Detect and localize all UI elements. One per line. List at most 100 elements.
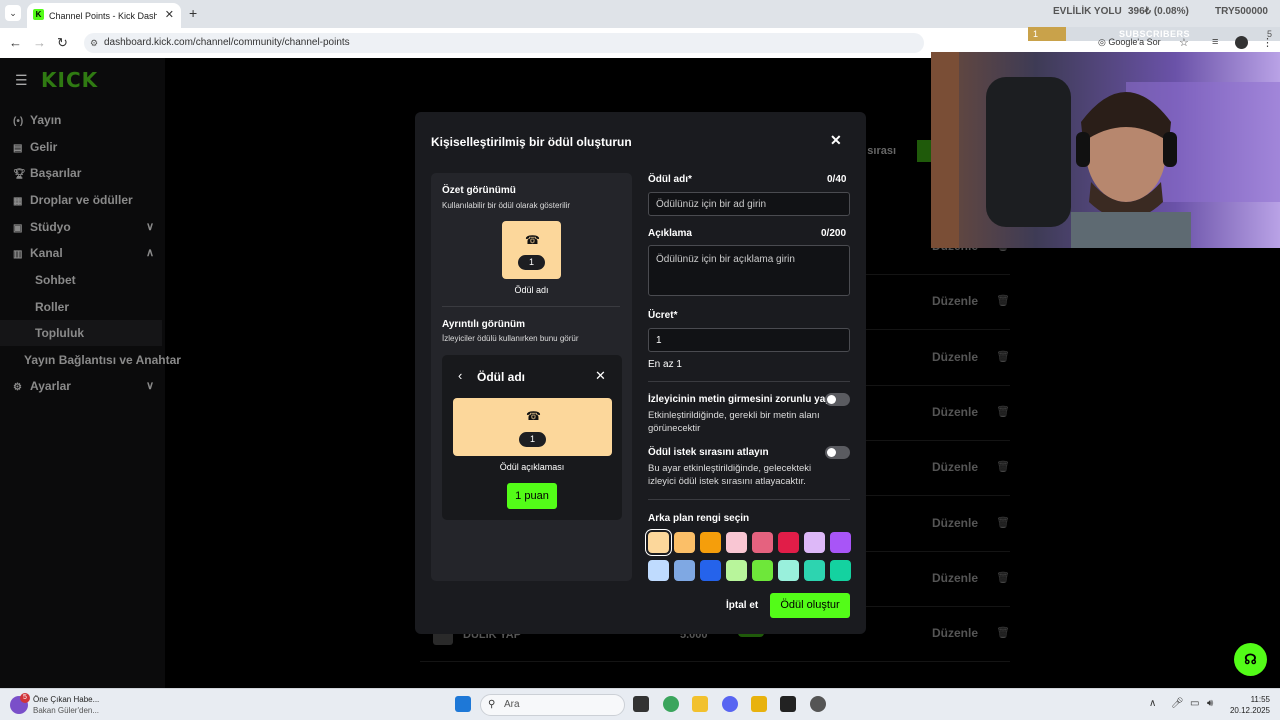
color-swatch[interactable] — [752, 560, 773, 581]
support-chat-icon[interactable]: ☊ — [1234, 643, 1267, 676]
volume-icon[interactable]: 🔊︎ — [1207, 698, 1213, 709]
edit-button[interactable]: Düzenle — [932, 460, 978, 474]
windows-start-icon[interactable] — [455, 696, 471, 712]
forward-icon[interactable]: → — [33, 35, 46, 50]
detail-subtitle: İzleyiciler ödülü kullanırken bunu görür — [442, 334, 579, 343]
sidebar-subitem-topluluk[interactable]: Topluluk — [35, 326, 84, 340]
trash-icon[interactable]: 🗑︎ — [996, 294, 1010, 307]
sidebar-subitem-roller[interactable]: Roller — [35, 300, 69, 314]
sidebar-item-studyo[interactable]: ▣ Stüdyo ∨ — [13, 220, 154, 238]
require-text-toggle[interactable] — [825, 393, 850, 406]
color-swatch[interactable] — [674, 532, 695, 553]
sidebar-item-kanal[interactable]: ▥ Kanal ∧ — [13, 246, 154, 264]
tab-close-icon[interactable]: ✕ — [165, 8, 174, 21]
studio-icon: ▣ — [13, 223, 23, 234]
google-ask-label: Google'a Sor — [1108, 37, 1161, 47]
chevron-down-icon: ∨ — [146, 221, 155, 233]
system-clock[interactable]: 11:55 20.12.2025 — [1226, 694, 1270, 716]
edit-button[interactable]: Düzenle — [932, 294, 978, 308]
skip-queue-toggle[interactable] — [825, 446, 850, 459]
color-swatch[interactable] — [830, 532, 851, 553]
tab-list-button[interactable]: ⌄ — [5, 5, 21, 21]
trash-icon[interactable]: 🗑︎ — [996, 571, 1010, 584]
create-reward-button-bg[interactable] — [917, 140, 931, 162]
news-subtitle: Bakan Güler'den... — [33, 706, 100, 715]
trash-icon[interactable]: 🗑︎ — [996, 460, 1010, 473]
color-swatch[interactable] — [804, 532, 825, 553]
search-icon: ⚲ — [488, 699, 496, 710]
color-swatch[interactable] — [726, 532, 747, 553]
back-icon[interactable]: ← — [9, 35, 22, 50]
sidebar-item-basarilar[interactable]: 🏆︎ Başarılar — [13, 166, 81, 184]
network-icon[interactable]: ▭ — [1190, 698, 1199, 709]
color-swatch[interactable] — [804, 560, 825, 581]
sidebar-item-stream-key[interactable]: Yayın Bağlantısı ve Anahtar — [24, 353, 181, 367]
sidebar-item-gelir[interactable]: ▤ Gelir — [13, 140, 57, 158]
reward-description-input[interactable]: Ödülünüz için bir açıklama girin — [648, 245, 850, 296]
reward-name-input[interactable]: Ödülünüz için bir ad girin — [648, 192, 850, 216]
trash-icon[interactable]: 🗑︎ — [996, 516, 1010, 529]
edit-button[interactable]: Düzenle — [932, 350, 978, 364]
microphone-icon[interactable]: 🎤︎ — [1171, 698, 1184, 709]
hamburger-menu-icon[interactable]: ☰ — [15, 72, 28, 89]
browser-tab-active[interactable]: K Channel Points - Kick Dashboard ✕ — [27, 3, 181, 28]
bookmark-star-icon[interactable]: ☆ — [1179, 36, 1189, 49]
reward-cost-input[interactable]: 1 — [648, 328, 850, 352]
chevron-left-icon: ‹ — [458, 368, 463, 383]
overlay-ticker-goal: TRY500000 — [1215, 6, 1268, 17]
rockstar-launcher-icon[interactable] — [751, 696, 767, 712]
color-swatch[interactable] — [648, 532, 669, 553]
trash-icon[interactable]: 🗑︎ — [996, 405, 1010, 418]
new-tab-icon[interactable]: + — [189, 5, 197, 21]
sidebar-subitem-sohbet[interactable]: Sohbet — [35, 273, 76, 287]
subscriber-count: 1 — [1033, 29, 1039, 39]
reward-ticket-icon: ☎ — [525, 233, 540, 247]
browser-menu-icon[interactable]: ⋮ — [1262, 36, 1273, 49]
google-ask-button[interactable]: ◎ Google'a Sor — [1098, 37, 1161, 48]
color-swatch[interactable] — [700, 532, 721, 553]
color-swatch[interactable] — [700, 560, 721, 581]
trash-icon[interactable]: 🗑︎ — [996, 626, 1010, 639]
sidebar-item-label: Yayın — [30, 113, 62, 127]
cancel-button[interactable]: İptal et — [726, 600, 758, 611]
color-swatch[interactable] — [778, 532, 799, 553]
obs-studio-icon[interactable] — [780, 696, 796, 712]
color-swatch[interactable] — [674, 560, 695, 581]
app-icon[interactable] — [810, 696, 826, 712]
edit-button[interactable]: Düzenle — [932, 516, 978, 530]
reading-list-icon[interactable]: ≡ — [1212, 36, 1218, 48]
color-swatch[interactable] — [726, 560, 747, 581]
reload-icon[interactable]: ↻ — [57, 35, 68, 51]
close-icon[interactable]: ✕ — [830, 132, 842, 149]
color-swatch[interactable] — [752, 532, 773, 553]
chrome-icon[interactable] — [663, 696, 679, 712]
sidebar-item-ayarlar[interactable]: ⚙ Ayarlar ∨ — [13, 379, 154, 397]
create-reward-button[interactable]: Ödül oluştur — [770, 593, 850, 618]
chevron-up-icon[interactable]: ∧ — [1149, 698, 1156, 709]
color-swatch[interactable] — [778, 560, 799, 581]
news-title: Öne Çıkan Habe... — [33, 695, 100, 704]
profile-avatar[interactable] — [1235, 36, 1248, 49]
trash-icon[interactable]: 🗑︎ — [996, 350, 1010, 363]
clock-time: 11:55 — [1250, 695, 1270, 704]
file-explorer-icon[interactable] — [692, 696, 708, 712]
color-swatch[interactable] — [830, 560, 851, 581]
detail-title: Ödül adı — [477, 370, 525, 384]
news-widget[interactable]: Öne Çıkan Habe... Bakan Güler'den... — [33, 694, 99, 716]
kick-logo[interactable]: KICK — [41, 68, 98, 92]
sidebar-item-yayin[interactable]: (•) Yayın — [13, 113, 61, 131]
site-info-icon[interactable]: ⚙ — [90, 33, 98, 53]
url-field[interactable]: ⚙ dashboard.kick.com/channel/community/c… — [84, 33, 924, 53]
settings-icon: ⚙ — [13, 382, 22, 393]
google-lens-icon: ◎ — [1098, 37, 1109, 47]
divider — [648, 499, 850, 500]
reward-cost-pill: 1 — [519, 432, 546, 447]
taskbar-search[interactable]: ⚲ Ara — [480, 694, 625, 716]
sidebar-item-droplar[interactable]: ▦ Droplar ve ödüller — [13, 193, 133, 211]
edit-button[interactable]: Düzenle — [932, 571, 978, 585]
edit-button[interactable]: Düzenle — [932, 405, 978, 419]
task-view-icon[interactable] — [633, 696, 649, 712]
discord-icon[interactable] — [722, 696, 738, 712]
color-swatch[interactable] — [648, 560, 669, 581]
edit-button[interactable]: Düzenle — [932, 626, 978, 640]
